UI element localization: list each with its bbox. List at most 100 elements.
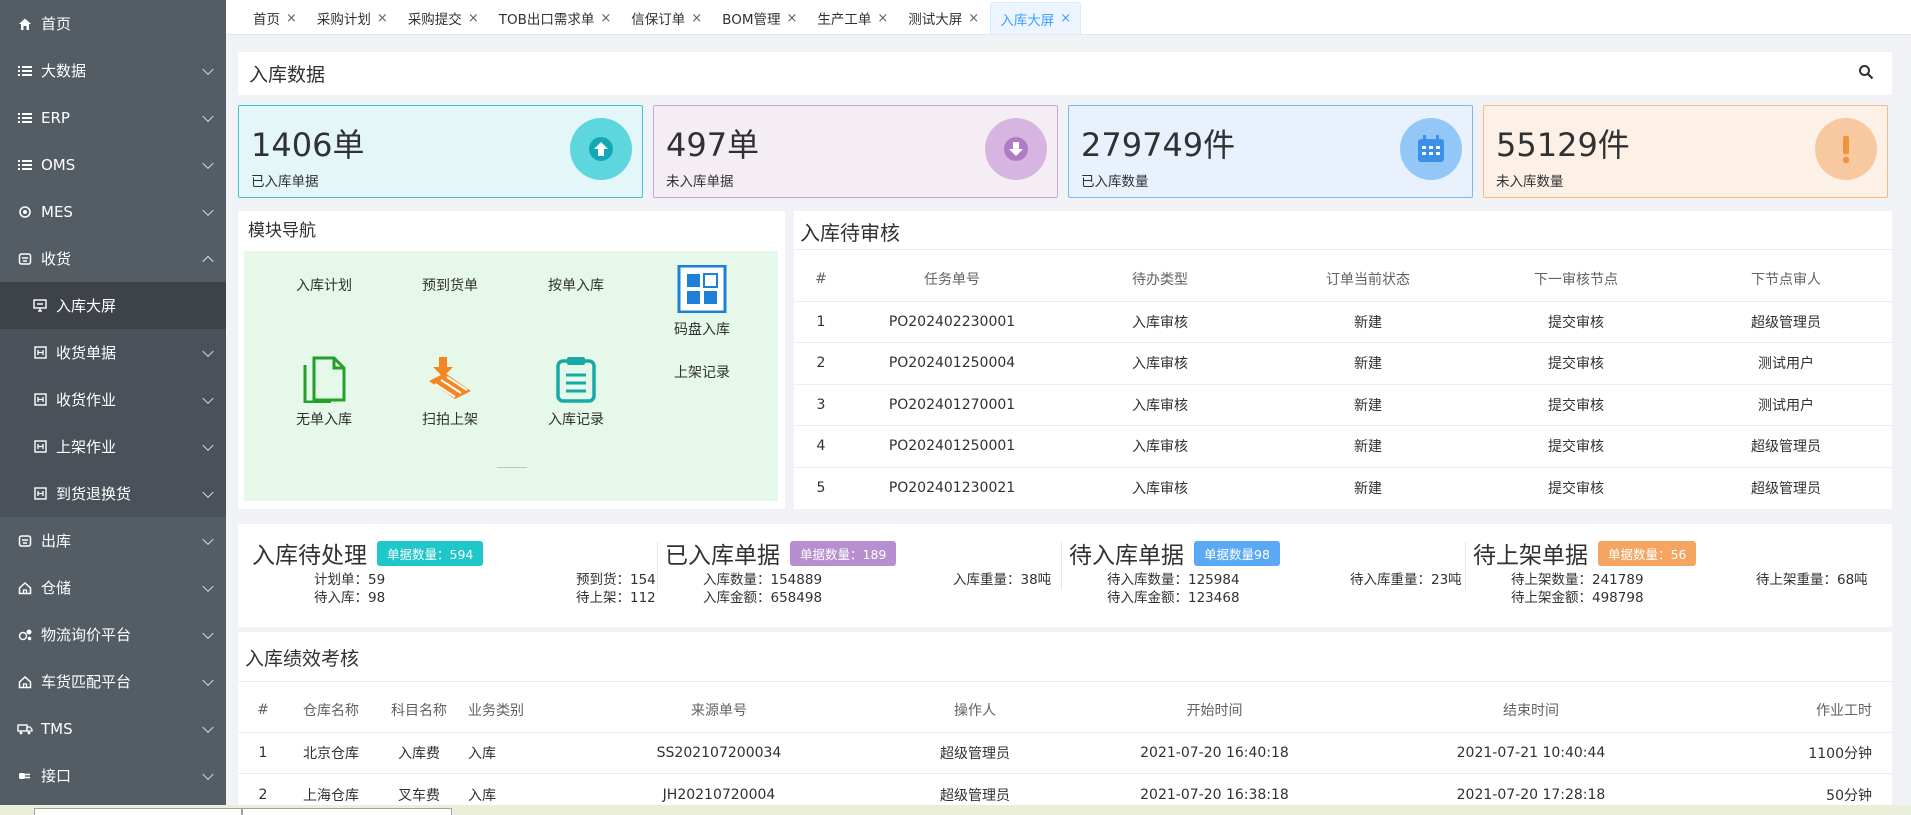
chevron-down-icon [202,345,214,357]
table-row[interactable]: 3 PO202401270001 入库审核 新建 提交审核 测试用户 [794,383,1892,426]
sidebar-item-1[interactable]: 大数据 [0,47,226,94]
stat-value: 1406单 [251,126,365,164]
close-icon[interactable]: × [600,11,611,26]
tab-2[interactable]: 采购提交 × [399,2,488,34]
search-icon[interactable] [1858,64,1874,80]
table-row[interactable]: 1 北京仓库 入库费 入库 SS202107200034 超级管理员 2021-07-20 … [238,731,1892,774]
performance-panel: 入库绩效考核 # 仓库名称 科目名称 业务类别 来源单号 操作人 开始时间 结束时间 作业工时 … [238,632,1892,815]
count-badge: 单据数量98 [1194,540,1280,566]
sidebar-item-9[interactable]: 上架作业 [0,423,226,470]
sidebar-item-6[interactable]: 入库大屏 [0,282,226,329]
stat-label: 未入库单据 [666,174,734,190]
nav-inbound-record[interactable]: 入库记录 [516,355,636,429]
close-icon[interactable]: × [786,11,797,26]
close-icon[interactable]: × [691,11,702,26]
exclamation-icon [1815,118,1877,180]
nav-shelving-record[interactable]: 上架记录 [642,362,762,382]
table-row[interactable]: 5 PO202401230021 入库审核 新建 提交审核 超级管理员 [794,466,1892,509]
tab-label: BOM管理 [722,12,781,28]
table-cell: 入库审核 [1056,425,1264,467]
sidebar-item-12[interactable]: 仓储 [0,564,226,611]
module-nav-title: 模块导航 [248,221,316,241]
sidebar-item-14[interactable]: 车货匹配平台 [0,658,226,705]
sidebar-item-2[interactable]: ERP [0,94,226,141]
column-header: 业务类别 [468,702,524,719]
sidebar-item-10[interactable]: 到货退换货 [0,470,226,517]
home-outline-icon [15,581,35,595]
tab-4[interactable]: 信保订单 × [622,2,711,34]
gear-cluster-icon [15,628,35,642]
summary-title-text: 待上架单据 [1473,543,1588,569]
sidebar-item-5[interactable]: 收货 [0,235,226,282]
scroll-segment[interactable] [242,808,452,815]
close-icon[interactable]: × [377,11,388,26]
bottom-scroll-strip [0,805,1911,815]
list-icon [15,159,35,171]
sidebar-item-label: 到货退换货 [56,485,132,503]
tab-3[interactable]: TOB出口需求单 × [490,2,621,34]
sidebar-item-8[interactable]: 收货作业 [0,376,226,423]
table-row[interactable]: 2 PO202401250004 入库审核 新建 提交审核 测试用户 [794,342,1892,384]
table-cell: PO202401230021 [848,466,1056,509]
module-nav-grid: 入库计划 预到货单 按单入库 码盘入库 无单入库 扫拍上架 入库记录 上架记录 [244,251,778,501]
tab-0[interactable]: 首页 × [244,2,306,34]
sidebar-item-label: 首页 [41,15,72,33]
tab-label: 测试大屏 [908,12,963,28]
nav-no-order-inbound[interactable]: 无单入库 [264,355,384,429]
sidebar-item-13[interactable]: 物流询价平台 [0,611,226,658]
divider [1061,542,1062,590]
table-cell: 新建 [1264,383,1472,426]
sidebar-item-0[interactable]: 首页 [0,0,226,47]
table-cell: 2 [794,342,848,384]
summary-title-text: 入库待处理 [252,543,367,569]
tab-7[interactable]: 测试大屏 × [899,2,988,34]
table-cell: 测试用户 [1680,342,1892,384]
close-icon[interactable]: × [286,11,297,26]
tab-5[interactable]: BOM管理 × [713,2,806,34]
close-icon[interactable]: × [877,11,888,26]
summary-item: 待入库数量：125984 [1107,572,1240,588]
sidebar-item-4[interactable]: MES [0,188,226,235]
sidebar-item-3[interactable]: OMS [0,141,226,188]
scroll-segment[interactable] [34,808,242,815]
summary-title: 待入库单据 单据数量98 [1069,536,1280,570]
summary-item: 入库数量：154889 [703,572,823,588]
column-header: 作业工时 [1816,702,1872,719]
calendar-icon [1400,118,1462,180]
count-badge: 单据数量：594 [377,540,484,566]
table-cell: 超级管理员 [1680,425,1892,467]
table-cell: 提交审核 [1472,300,1680,343]
nav-label: 按单入库 [548,278,604,294]
tab-8[interactable]: 入库大屏 × [990,2,1082,34]
grid-icon [677,265,727,313]
table-row[interactable]: 4 PO202401250001 入库审核 新建 提交审核 超级管理员 [794,425,1892,467]
tab-label: 采购计划 [316,12,371,28]
table-cell: 1 [238,731,288,774]
close-icon[interactable]: × [968,11,979,26]
stat-value: 497单 [666,126,760,164]
sidebar-item-label: 收货单据 [56,344,117,362]
sidebar-item-11[interactable]: 出库 [0,517,226,564]
table-row[interactable]: 1 PO202402230001 入库审核 新建 提交审核 超级管理员 [794,300,1892,343]
nav-scan-shelving[interactable]: 扫拍上架 [390,355,510,429]
sidebar-item-15[interactable]: TMS [0,705,226,752]
column-header: 订单当前状态 [1326,271,1410,288]
table-cell: 1100分钟 [1705,731,1892,774]
nav-order-inbound[interactable]: 按单入库 [516,275,636,295]
table-cell: 入库 [464,731,560,774]
close-icon[interactable]: × [1060,11,1071,26]
close-icon[interactable]: × [468,11,479,26]
nav-label: 预到货单 [422,278,478,294]
chevron-down-icon [202,204,214,216]
nav-label: 无单入库 [296,412,352,428]
tab-6[interactable]: 生产工单 × [808,2,897,34]
nav-inbound-plan[interactable]: 入库计划 [264,275,384,295]
table-cell: PO202401270001 [848,383,1056,426]
nav-pre-arrival[interactable]: 预到货单 [390,275,510,295]
pending-review-panel: 入库待审核 # 任务单号 待办类型 订单当前状态 下一审核节点 下节点审人 1 PO2024… [794,211,1892,509]
sidebar-item-7[interactable]: 收货单据 [0,329,226,376]
nav-pallet-inbound[interactable]: 码盘入库 [642,265,762,339]
tab-1[interactable]: 采购计划 × [308,2,397,34]
summary-item: 待入库：98 [314,590,386,606]
sidebar-item-16[interactable]: 接口 [0,752,226,799]
